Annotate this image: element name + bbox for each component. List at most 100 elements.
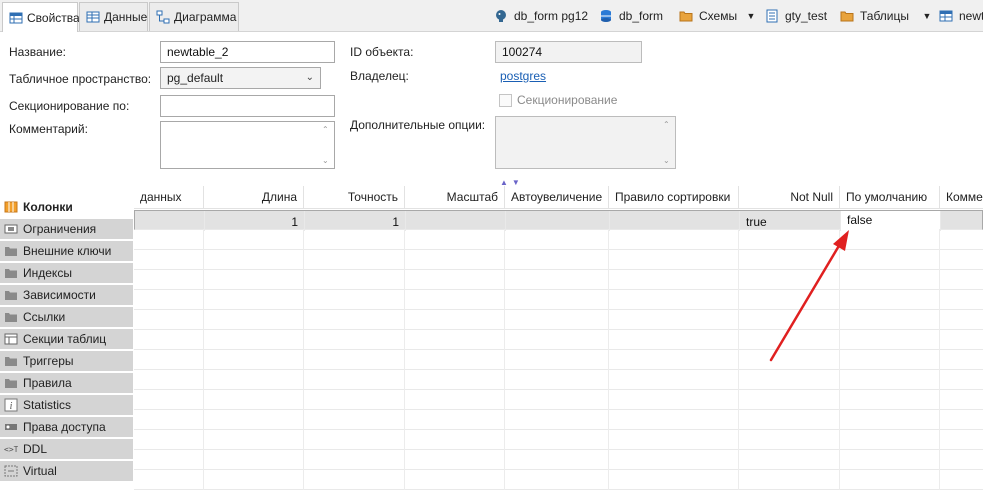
folder-icon (4, 244, 18, 258)
breadcrumb-schemas-dropdown-chevron-down-icon[interactable]: ▼ (744, 8, 758, 24)
cell-scale[interactable] (406, 211, 506, 231)
breadcrumb-table[interactable]: newt (939, 6, 983, 26)
side-tab-triggers[interactable]: Триггеры (0, 351, 133, 372)
side-tab-virtual[interactable]: Virtual (0, 461, 133, 482)
side-tab-constraints[interactable]: Ограничения (0, 219, 133, 240)
empty-row (134, 410, 983, 430)
breadcrumb-table-label: newt (959, 9, 983, 23)
column-header-default[interactable]: По умолчанию (840, 186, 940, 209)
grid-line (504, 229, 505, 490)
column-header-scale[interactable]: Масштаб (405, 186, 505, 209)
cell-not-null[interactable]: true (740, 211, 841, 231)
cell-data-type[interactable] (135, 211, 205, 231)
diagram-icon (156, 10, 170, 24)
comment-scrollbar[interactable]: ⌃ ⌄ (320, 122, 334, 168)
breadcrumb-schema-label: gty_test (785, 9, 828, 23)
cell-precision[interactable]: 1 (305, 211, 406, 231)
virtual-icon (4, 464, 18, 478)
side-tab-foreign-keys[interactable]: Внешние ключи (0, 241, 133, 262)
cell-length[interactable]: 1 (205, 211, 305, 231)
column-header-autoincrement[interactable]: Автоувеличение (505, 186, 609, 209)
tablespace-select[interactable]: pg_default ⌄ (160, 67, 321, 89)
scroll-up-icon: ⌃ (663, 120, 670, 129)
empty-row (134, 290, 983, 310)
tab-data[interactable]: Данные (79, 2, 148, 31)
breadcrumb-schema[interactable]: gty_test (765, 6, 827, 26)
side-tab-columns[interactable]: Колонки (0, 197, 133, 218)
folder-icon (4, 376, 18, 390)
breadcrumb-database[interactable]: db_form (599, 6, 663, 26)
side-tab-dependencies[interactable]: Зависимости (0, 285, 133, 306)
empty-row (134, 470, 983, 490)
comment-label: Комментарий: (9, 122, 88, 136)
side-tab-foreign-keys-label: Внешние ключи (23, 244, 112, 258)
schema-icon (765, 9, 779, 23)
scroll-down-icon: ⌄ (322, 156, 329, 165)
side-tab-indexes[interactable]: Индексы (0, 263, 133, 284)
name-input[interactable]: newtable_2 (160, 41, 335, 63)
empty-row (134, 310, 983, 330)
side-tab-virtual-label: Virtual (23, 464, 57, 478)
column-header-precision[interactable]: Точность (304, 186, 405, 209)
empty-row (134, 250, 983, 270)
table-icon (4, 332, 18, 346)
checkbox-box (499, 93, 512, 107)
column-header-length[interactable]: Длина (204, 186, 304, 209)
empty-row (134, 330, 983, 350)
owner-link[interactable]: postgres (500, 69, 546, 83)
grid-line (839, 229, 840, 490)
table-row[interactable]: 1 1 true false (134, 210, 983, 231)
partitioning-checkbox[interactable]: Секционирование (499, 93, 617, 107)
breadcrumb-schemas[interactable]: Схемы (679, 6, 737, 26)
tab-diagram[interactable]: Диаграмма (149, 2, 239, 31)
breadcrumb-tables[interactable]: Таблицы (840, 6, 909, 26)
breadcrumb-connection[interactable]: db_form pg12 (494, 6, 588, 26)
editor-tab-bar: Свойства Данные Диаграмма db_form pg12 d… (0, 0, 983, 32)
folder-icon (4, 288, 18, 302)
empty-row (134, 430, 983, 450)
side-tab-triggers-label: Триггеры (23, 354, 74, 368)
side-tab-references-label: Ссылки (23, 310, 66, 324)
comment-textarea[interactable]: ⌃ ⌄ (160, 121, 335, 169)
column-header-comment[interactable]: Комме (940, 186, 983, 209)
scroll-up-icon: ⌃ (322, 125, 329, 134)
tablespace-select-value: pg_default (167, 71, 224, 85)
extra-options-scrollbar[interactable]: ⌃ ⌄ (661, 117, 675, 168)
extra-options-textarea: ⌃ ⌄ (495, 116, 676, 169)
breadcrumb-tables-dropdown-chevron-down-icon[interactable]: ▼ (920, 8, 934, 24)
side-tab-permissions[interactable]: Права доступа (0, 417, 133, 438)
side-tab-rules-label: Правила (23, 376, 72, 390)
side-tab-partitions-label: Секции таблиц (23, 332, 107, 346)
column-header-collation[interactable]: Правило сортировки (609, 186, 739, 209)
column-header-data-type[interactable]: данных (134, 186, 204, 209)
tab-properties[interactable]: Свойства (2, 2, 80, 32)
empty-row (134, 270, 983, 290)
postgres-elephant-icon (494, 9, 508, 23)
svg-text:i: i (10, 401, 13, 412)
column-header-not-null[interactable]: Not Null (739, 186, 840, 209)
cell-collation[interactable] (610, 211, 740, 231)
svg-text:<>T: <>T (4, 445, 18, 454)
partition-input[interactable] (160, 95, 335, 117)
cell-default[interactable]: false (841, 211, 941, 231)
side-tab-rules[interactable]: Правила (0, 373, 133, 394)
key-icon (4, 420, 18, 434)
side-tab-partitions[interactable]: Секции таблиц (0, 329, 133, 350)
columns-grid[interactable]: данных Длина Точность Масштаб Автоувелич… (134, 186, 983, 490)
columns-icon (4, 200, 18, 214)
tablespace-label: Табличное пространство: (9, 72, 152, 86)
side-tab-ddl[interactable]: <>T DDL (0, 439, 133, 460)
scroll-down-icon: ⌄ (663, 156, 670, 165)
grid-line (738, 229, 739, 490)
tab-data-label: Данные (104, 10, 148, 24)
tab-properties-label: Свойства (27, 10, 80, 25)
cell-autoincrement[interactable] (506, 211, 610, 231)
cell-comment[interactable] (941, 211, 983, 231)
partition-label: Секционирование по: (9, 99, 130, 113)
side-tab-indexes-label: Индексы (23, 266, 72, 280)
side-tab-references[interactable]: Ссылки (0, 307, 133, 328)
empty-row (134, 230, 983, 250)
extra-options-label: Дополнительные опции: (350, 118, 486, 132)
database-icon (599, 9, 613, 23)
side-tab-statistics[interactable]: i Statistics (0, 395, 133, 416)
